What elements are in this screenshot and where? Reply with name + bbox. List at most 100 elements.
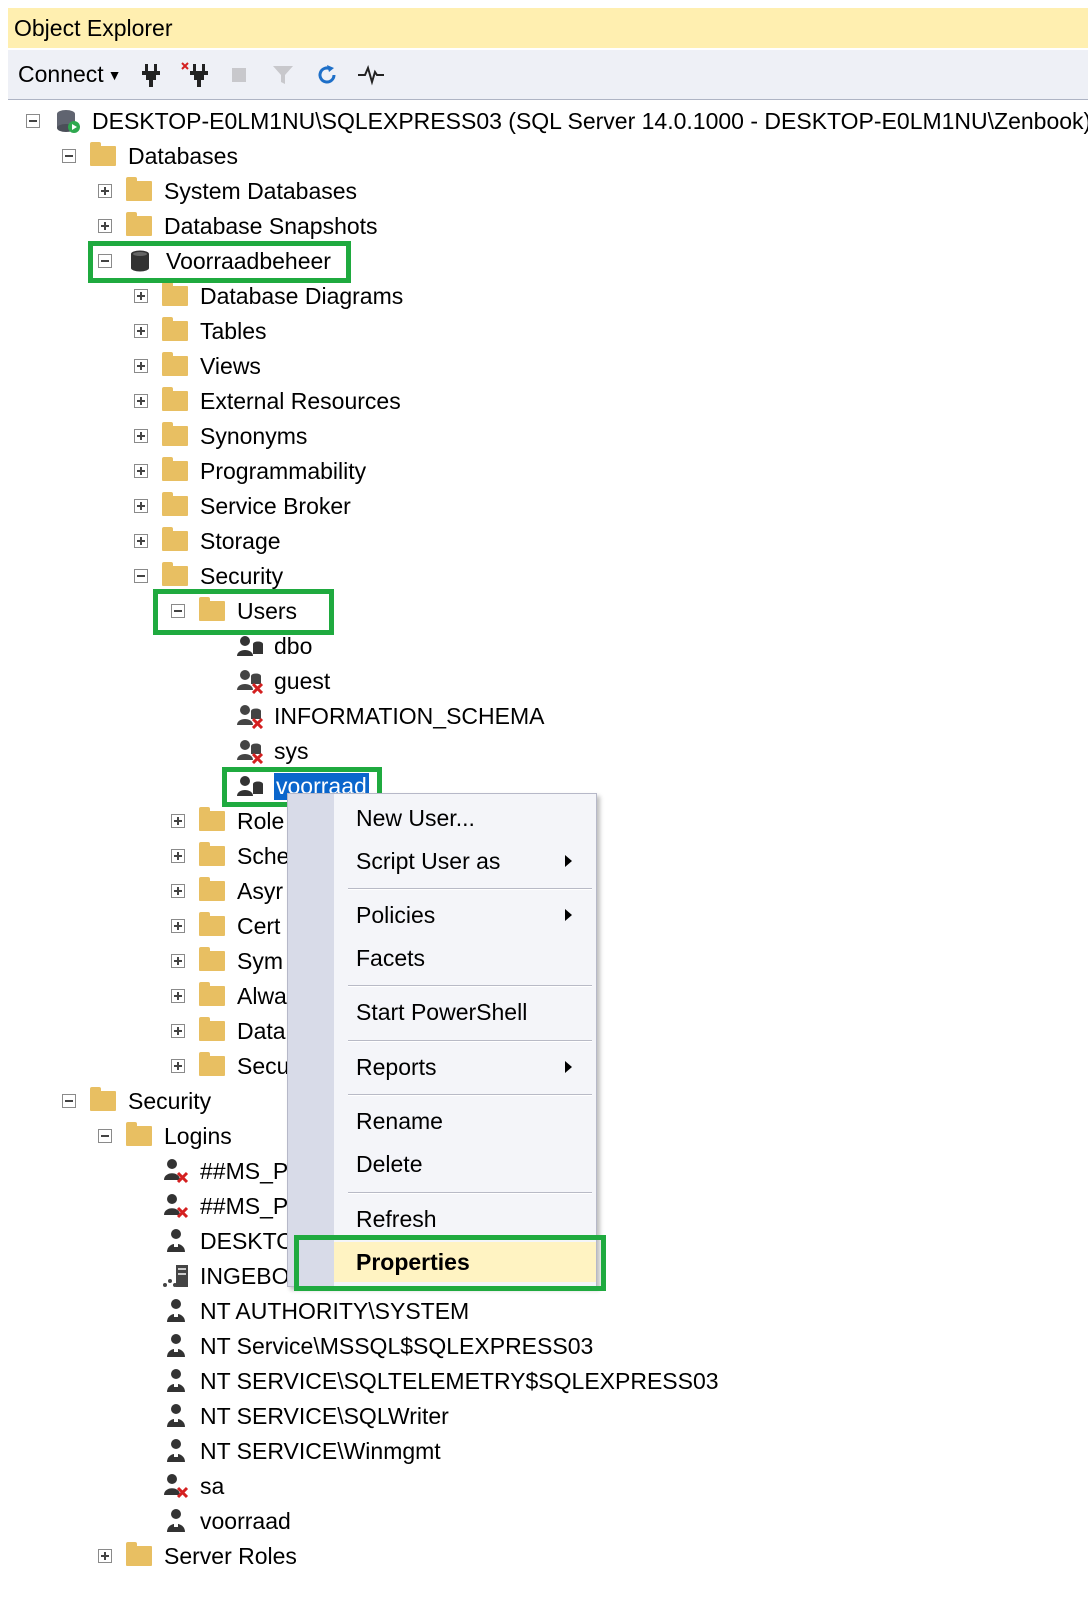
expand-icon[interactable]: [134, 394, 148, 408]
collapse-icon[interactable]: [62, 1094, 76, 1108]
folder-icon: [162, 457, 188, 481]
expand-icon[interactable]: [171, 884, 185, 898]
tree-node-schemas[interactable]: Sche: [171, 840, 289, 872]
expand-icon[interactable]: [171, 814, 185, 828]
collapse-icon[interactable]: [134, 569, 148, 583]
folder-icon: [126, 212, 152, 236]
tree-node-login[interactable]: ##MS_P: [162, 1155, 288, 1187]
tree-item-label: Secu: [237, 1052, 290, 1079]
expand-icon[interactable]: [171, 1059, 185, 1073]
tree-node-login[interactable]: ##MS_P: [162, 1190, 288, 1222]
expand-icon[interactable]: [134, 429, 148, 443]
folder-icon: [199, 597, 225, 621]
tree-node-views[interactable]: Views: [134, 350, 261, 382]
tree-node-db-security[interactable]: Security: [134, 560, 283, 592]
tree-node-tables[interactable]: Tables: [134, 315, 266, 347]
menu-item-label: New User...: [356, 804, 475, 831]
expand-icon[interactable]: [134, 289, 148, 303]
folder-icon: [126, 1122, 152, 1146]
menu-item-delete[interactable]: Delete: [334, 1144, 596, 1184]
expand-icon[interactable]: [171, 989, 185, 1003]
tree-node-logins[interactable]: Logins: [98, 1120, 232, 1152]
menu-item-reports[interactable]: Reports: [334, 1047, 596, 1087]
filter-icon[interactable]: [268, 60, 298, 90]
disconnect-plug-icon[interactable]: [180, 60, 210, 90]
tree-item-label: Sym: [237, 947, 283, 974]
tree-node-server-roles[interactable]: Server Roles: [98, 1540, 297, 1572]
tree-node-login[interactable]: INGEBO: [162, 1260, 289, 1292]
expand-icon[interactable]: [98, 1549, 112, 1563]
tree-node-database-diagrams[interactable]: Database Diagrams: [134, 280, 403, 312]
expand-icon[interactable]: [134, 359, 148, 373]
menu-separator: [348, 1192, 592, 1194]
menu-item-start-powershell[interactable]: Start PowerShell: [334, 992, 596, 1032]
expand-icon[interactable]: [171, 1024, 185, 1038]
tree-node-server[interactable]: DESKTOP-E0LM1NU\SQLEXPRESS03 (SQL Server…: [26, 105, 1088, 137]
tree-node-service-broker[interactable]: Service Broker: [134, 490, 351, 522]
tree-node-databases[interactable]: Databases: [62, 140, 238, 172]
tree-node-user-information-schema[interactable]: INFORMATION_SCHEMA: [236, 700, 544, 732]
connect-button[interactable]: Connect ▼: [18, 61, 122, 88]
expand-icon[interactable]: [134, 499, 148, 513]
expand-icon[interactable]: [134, 324, 148, 338]
tree-node-database-audit-specs[interactable]: Data: [171, 1015, 286, 1047]
collapse-icon[interactable]: [26, 114, 40, 128]
tree-node-login[interactable]: sa: [162, 1470, 224, 1502]
menu-item-facets[interactable]: Facets: [334, 938, 596, 978]
expand-icon[interactable]: [98, 219, 112, 233]
tree-node-user-sys[interactable]: sys: [236, 735, 309, 767]
tree-node-asymmetric-keys[interactable]: Asyr: [171, 875, 283, 907]
connect-plug-icon[interactable]: [136, 60, 166, 90]
stop-icon[interactable]: [224, 60, 254, 90]
refresh-icon[interactable]: [312, 60, 342, 90]
folder-icon: [199, 982, 225, 1006]
tree-item-label: Data: [237, 1017, 286, 1044]
tree-node-synonyms[interactable]: Synonyms: [134, 420, 307, 452]
tree-node-certificates[interactable]: Cert: [171, 910, 280, 942]
tree-node-programmability[interactable]: Programmability: [134, 455, 366, 487]
tree-node-users[interactable]: Users: [171, 595, 297, 627]
tree-item-label: ##MS_P: [200, 1157, 289, 1184]
menu-item-new-user[interactable]: New User...: [334, 798, 596, 838]
tree-node-login[interactable]: NT AUTHORITY\SYSTEM: [162, 1295, 469, 1327]
tree-node-database-snapshots[interactable]: Database Snapshots: [98, 210, 378, 242]
activity-monitor-icon[interactable]: [356, 60, 386, 90]
tree-node-storage[interactable]: Storage: [134, 525, 281, 557]
tree-node-symmetric-keys[interactable]: Sym: [171, 945, 283, 977]
menu-item-refresh[interactable]: Refresh: [334, 1199, 596, 1239]
expand-icon[interactable]: [98, 184, 112, 198]
tree-node-login[interactable]: NT SERVICE\SQLWriter: [162, 1400, 449, 1432]
tree-node-system-databases[interactable]: System Databases: [98, 175, 357, 207]
collapse-icon[interactable]: [62, 149, 76, 163]
tree-node-login[interactable]: NT Service\MSSQL$SQLEXPRESS03: [162, 1330, 593, 1362]
collapse-icon[interactable]: [98, 1129, 112, 1143]
tree-node-user-dbo[interactable]: dbo: [236, 630, 312, 662]
collapse-icon[interactable]: [98, 254, 112, 268]
collapse-icon[interactable]: [171, 604, 185, 618]
tree-node-always-encrypted-keys[interactable]: Alwa: [171, 980, 287, 1012]
expand-icon[interactable]: [134, 534, 148, 548]
login-icon: [162, 1507, 190, 1535]
tree-node-server-security[interactable]: Security: [62, 1085, 211, 1117]
tree-node-external-resources[interactable]: External Resources: [134, 385, 401, 417]
db-security-label: Security: [200, 562, 284, 589]
menu-item-script-user-as[interactable]: Script User as: [334, 841, 596, 881]
tree-node-login[interactable]: NT SERVICE\SQLTELEMETRY$SQLEXPRESS03: [162, 1365, 719, 1397]
menu-item-properties[interactable]: Properties: [334, 1242, 596, 1282]
expand-icon[interactable]: [171, 954, 185, 968]
menu-item-rename[interactable]: Rename: [334, 1101, 596, 1141]
expand-icon[interactable]: [171, 849, 185, 863]
menu-item-policies[interactable]: Policies: [334, 895, 596, 935]
tree-node-voorraadbeheer[interactable]: Voorraadbeheer: [98, 245, 331, 277]
expand-icon[interactable]: [171, 919, 185, 933]
tree-node-security-policies[interactable]: Secu: [171, 1050, 289, 1082]
tree-node-user-guest[interactable]: guest: [236, 665, 330, 697]
tree-node-login[interactable]: voorraad: [162, 1505, 291, 1537]
tree-node-login[interactable]: NT SERVICE\Winmgmt: [162, 1435, 441, 1467]
expand-icon[interactable]: [134, 464, 148, 478]
menu-separator: [348, 1040, 592, 1042]
disabled-db-user-icon: [236, 737, 264, 765]
server-icon: [54, 107, 82, 135]
tree-node-roles[interactable]: Role: [171, 805, 284, 837]
tree-node-login[interactable]: DESKTO: [162, 1225, 294, 1257]
